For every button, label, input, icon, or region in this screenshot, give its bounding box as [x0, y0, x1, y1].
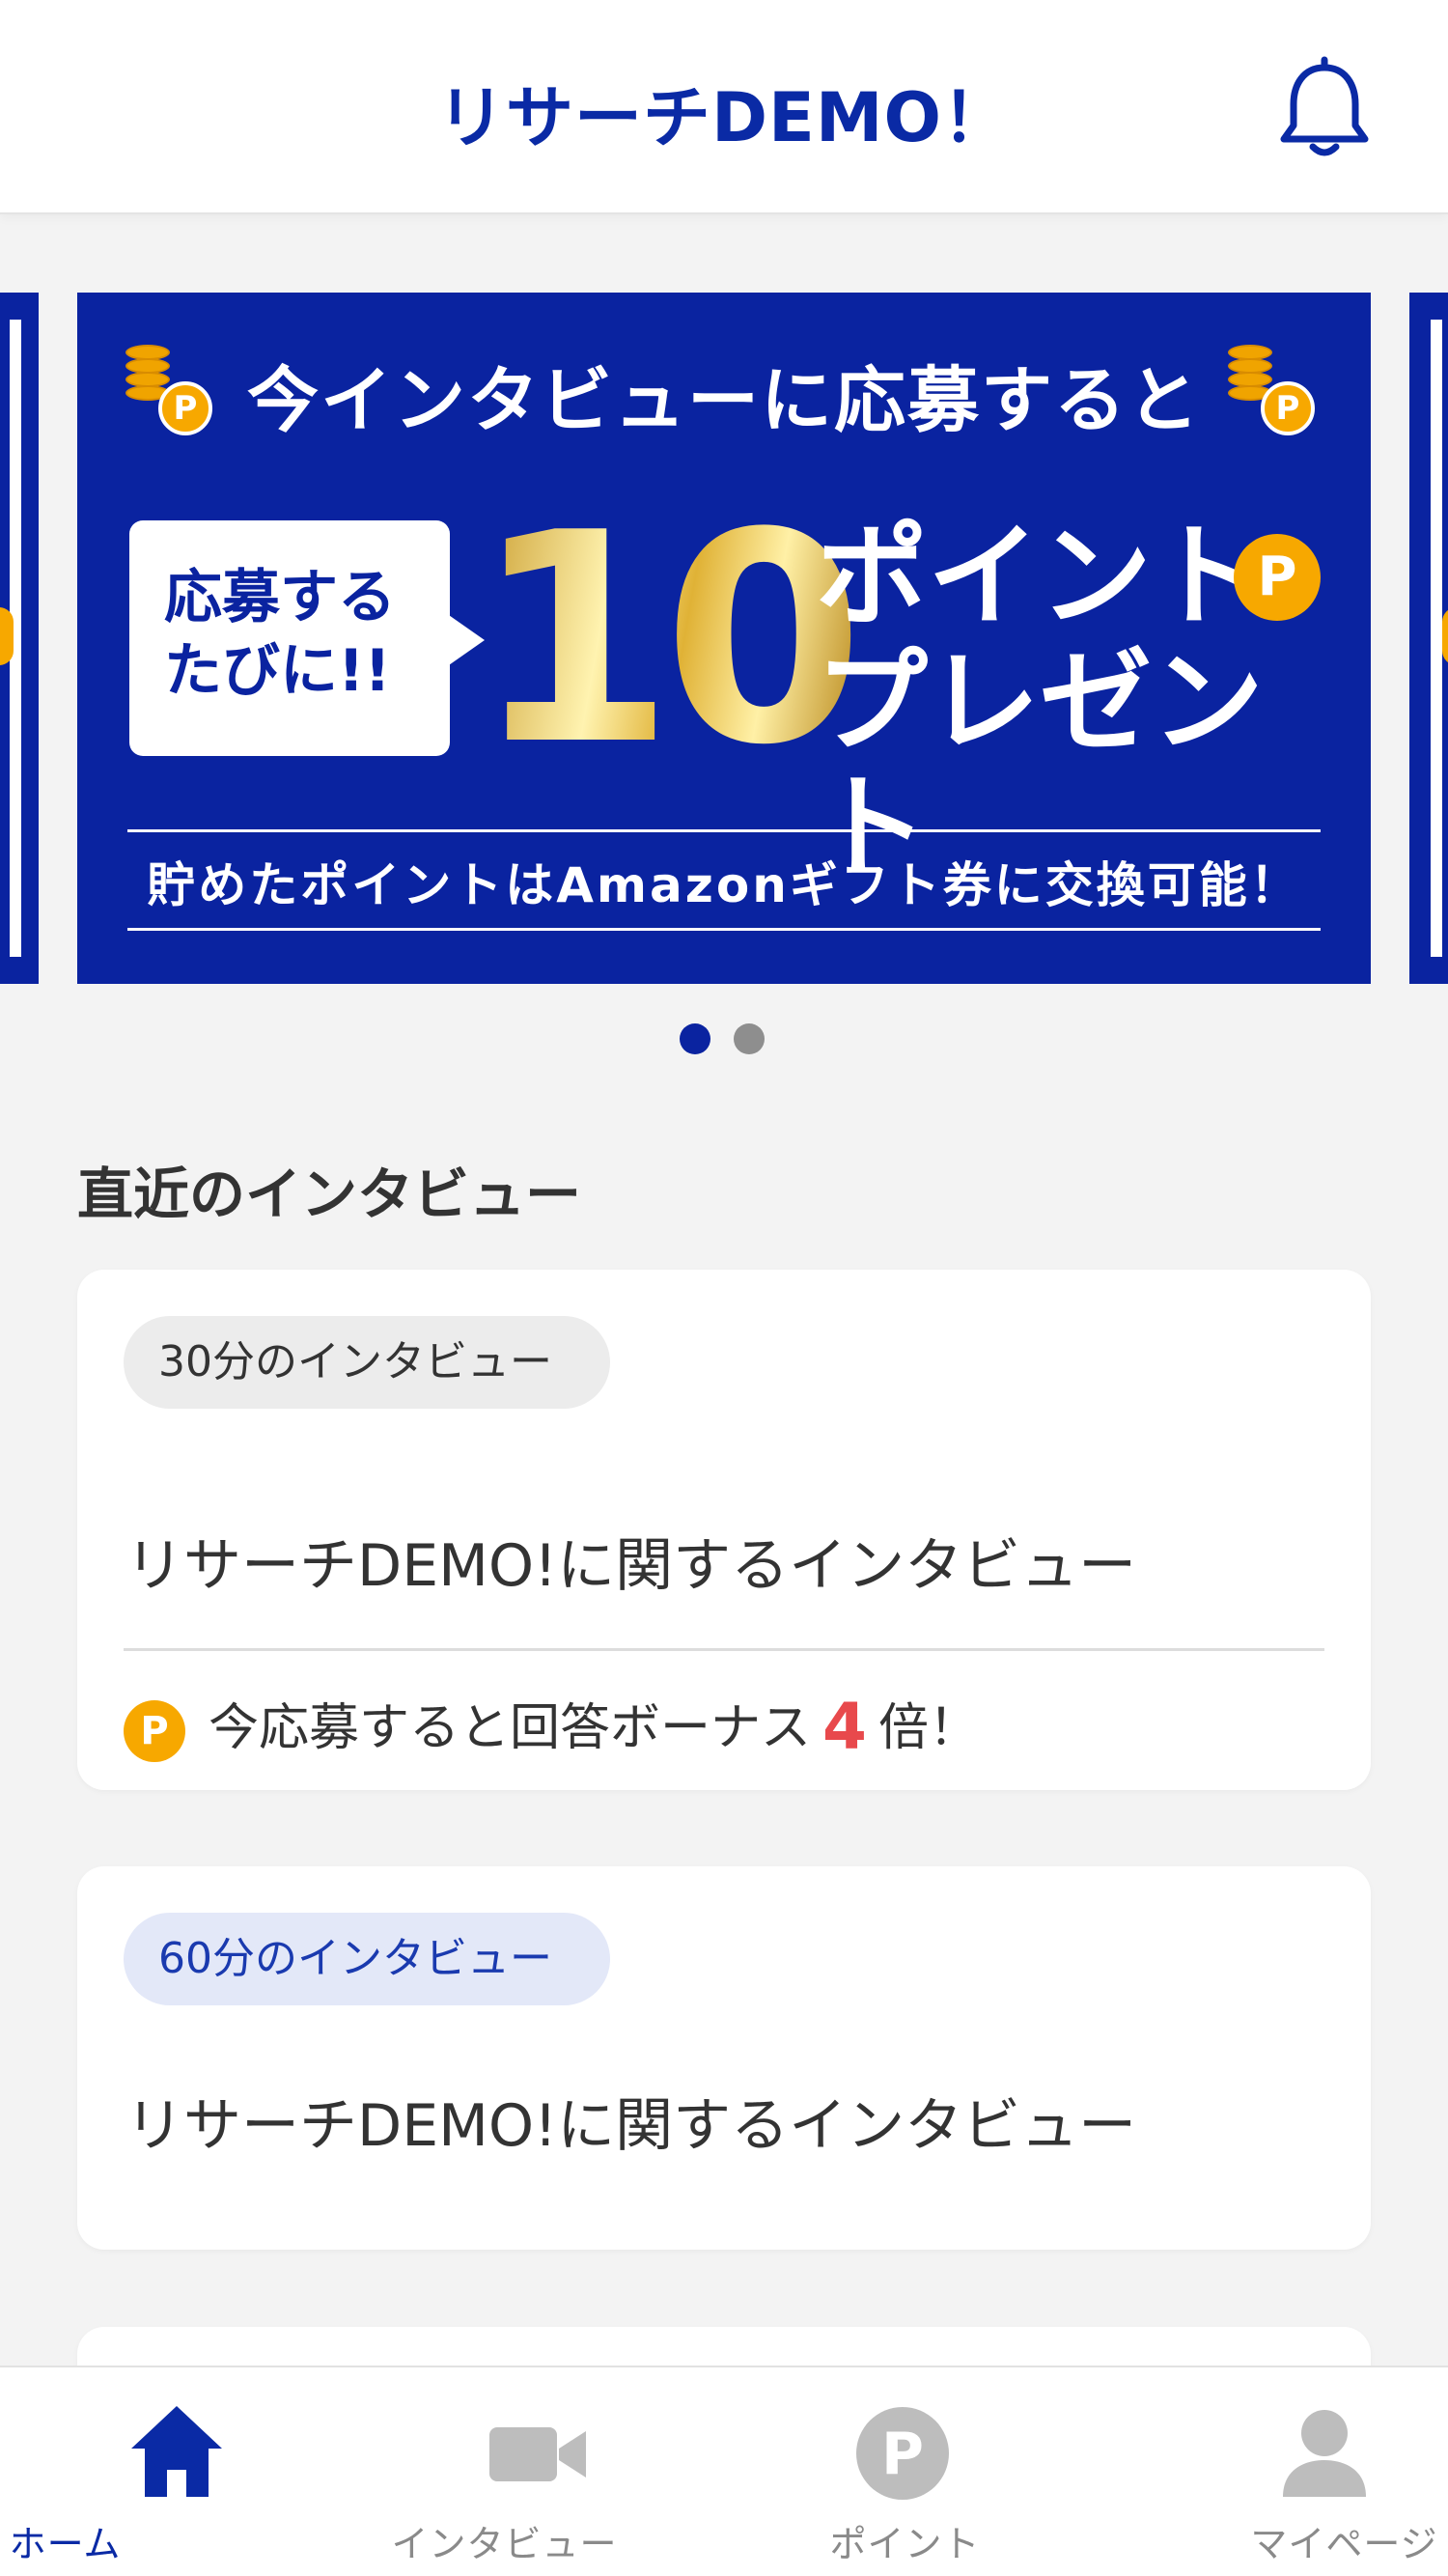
tab-mypage[interactable]: マイページ — [1086, 2367, 1448, 2576]
carousel-dot[interactable] — [734, 1023, 765, 1054]
duration-badge: 30分のインタビュー — [124, 1316, 610, 1409]
app-header: リサーチDEMO！ — [0, 0, 1448, 214]
promo-carousel[interactable]: P 今インタビューに応募すると P 応募する たびに!! 10 ポイント プレゼ… — [0, 293, 1448, 984]
tab-label: ホーム — [9, 2523, 122, 2565]
slide-border — [1431, 320, 1442, 957]
banner-footer: 貯めたポイントはAmazonギフト券に交換可能！ — [147, 857, 1301, 913]
person-icon — [1271, 2400, 1378, 2506]
speech-bubble: 応募する たびに!! — [129, 520, 450, 756]
point-coin: P — [1261, 381, 1315, 435]
tab-point[interactable]: P ポイント — [724, 2367, 1086, 2576]
coin-stack-icon: P — [1228, 345, 1321, 437]
duration-badge: 60分のインタビュー — [124, 1913, 610, 2005]
interview-title: リサーチDEMO!に関するインタビュー — [125, 2092, 1137, 2160]
promo-banner[interactable]: P 今インタビューに応募すると P 応募する たびに!! 10 ポイント プレゼ… — [77, 293, 1371, 984]
banner-headline: 今インタビューに応募すると — [247, 359, 1201, 442]
bottom-tab-bar: ホーム インタビュー P ポイント マイページ — [0, 2366, 1448, 2576]
carousel-dot-active[interactable] — [680, 1023, 710, 1054]
tab-home[interactable]: ホーム — [0, 2367, 362, 2576]
point-coin-icon: P — [849, 2400, 956, 2506]
coin-icon — [1442, 607, 1448, 665]
card-divider — [124, 1648, 1324, 1651]
divider — [127, 829, 1321, 832]
video-camera-icon — [486, 2400, 592, 2506]
interview-title: リサーチDEMO!に関するインタビュー — [125, 1532, 1137, 1600]
point-coin-icon: P — [124, 1700, 185, 1762]
interview-card[interactable]: 60分のインタビュー リサーチDEMO!に関するインタビュー — [77, 1866, 1371, 2250]
bonus-multiplier: 4 — [822, 1690, 867, 1764]
carousel-next-slide[interactable] — [1409, 293, 1448, 984]
page-title: リサーチDEMO！ — [436, 78, 1012, 157]
point-amount: 10 — [473, 471, 864, 808]
interview-card[interactable]: 30分のインタビュー リサーチDEMO!に関するインタビュー P 今応募すると回答… — [77, 1270, 1371, 1790]
tab-point-letter: P — [881, 2421, 924, 2488]
section-title: 直近のインタビュー — [77, 1162, 582, 1227]
point-coin-icon: P — [1234, 534, 1321, 621]
tab-interview[interactable]: インタビュー — [362, 2367, 724, 2576]
bonus-notice: P 今応募すると回答ボーナス 4 倍！ — [124, 1687, 979, 1764]
carousel-indicator — [0, 1023, 1448, 1054]
bonus-text: 今応募すると回答ボーナス — [209, 1699, 812, 1757]
carousel-prev-slide[interactable] — [0, 293, 39, 984]
tab-label: インタビュー — [391, 2523, 618, 2565]
coin-icon — [0, 607, 14, 665]
divider — [127, 928, 1321, 931]
tab-label: ポイント — [829, 2523, 981, 2565]
bonus-suffix: 倍！ — [877, 1699, 979, 1757]
bubble-line: 応募する — [164, 564, 396, 631]
tab-label: マイページ — [1250, 2523, 1438, 2565]
bubble-line: たびに!! — [164, 637, 391, 705]
home-icon — [124, 2400, 230, 2506]
notification-bell-icon[interactable] — [1276, 56, 1373, 162]
